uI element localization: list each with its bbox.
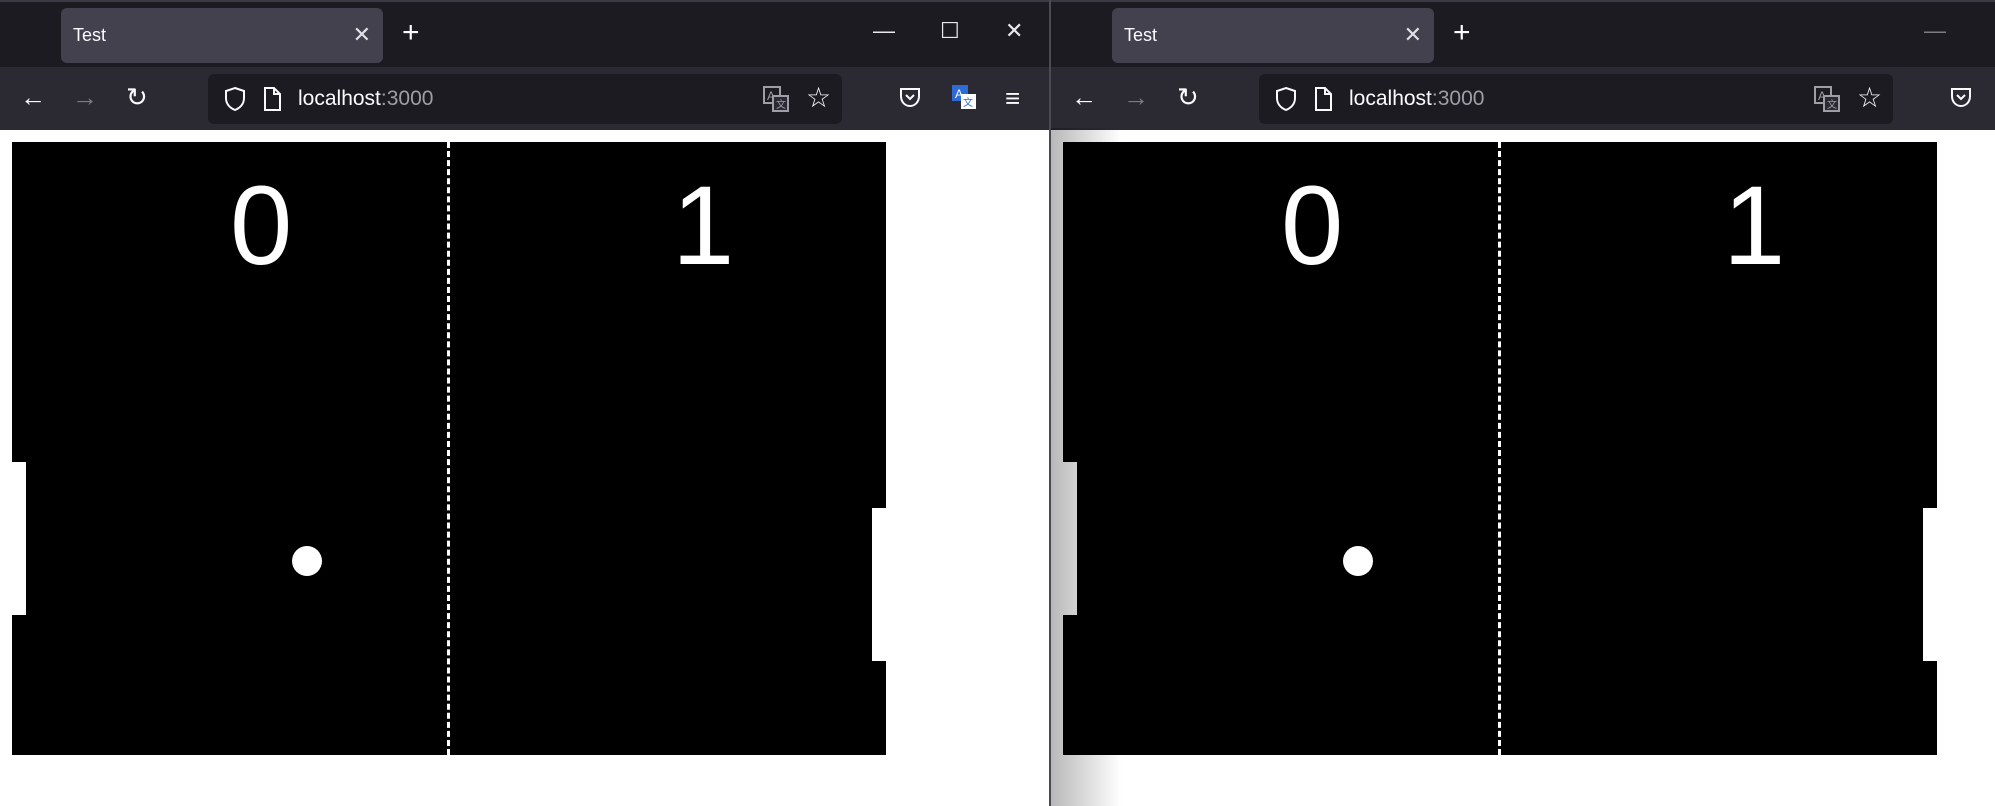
back-arrow-icon[interactable]: ← [1071, 82, 1097, 112]
minimize-icon[interactable]: — [873, 16, 895, 46]
minimize-icon[interactable]: — [1924, 16, 1946, 46]
url-text[interactable]: localhost:3000 [298, 87, 433, 111]
page-icon[interactable] [262, 86, 282, 117]
tab-test[interactable]: Test ✕ [61, 8, 383, 63]
new-tab-button[interactable]: + [402, 18, 420, 48]
reload-icon[interactable]: ↻ [126, 82, 148, 112]
score-right: 1 [1723, 163, 1786, 288]
shield-icon[interactable] [1275, 86, 1297, 117]
score-right: 1 [672, 163, 735, 288]
maximize-icon[interactable]: ☐ [940, 16, 960, 46]
tab-test[interactable]: Test ✕ [1112, 8, 1434, 63]
tab-bar: Test ✕ + — [1051, 0, 1995, 67]
nav-bar: ← → ↻ localhost:3000 A文 ☆ [1051, 67, 1995, 130]
page-content: 0 1 [0, 130, 1050, 806]
svg-text:文: 文 [963, 96, 973, 109]
svg-text:文: 文 [1827, 98, 1837, 111]
translate-icon[interactable]: A文 [1813, 85, 1841, 118]
star-icon[interactable]: ☆ [806, 84, 831, 112]
svg-text:文: 文 [776, 98, 786, 111]
close-tab-icon[interactable]: ✕ [353, 22, 371, 48]
center-net [447, 142, 450, 755]
pong-game-canvas[interactable]: 0 1 [12, 142, 886, 755]
back-arrow-icon[interactable]: ← [20, 82, 46, 112]
left-paddle [1063, 462, 1077, 615]
right-paddle [872, 508, 886, 661]
nav-bar: ← → ↻ localhost:3000 A文 ☆ A文 ≡ [0, 67, 1050, 130]
page-content: 0 1 [1051, 130, 1995, 806]
close-tab-icon[interactable]: ✕ [1404, 22, 1422, 48]
translate-icon[interactable]: A文 [762, 85, 790, 118]
pocket-icon[interactable] [1949, 85, 1973, 114]
center-net [1498, 142, 1501, 755]
left-paddle [12, 462, 26, 615]
forward-arrow-icon[interactable]: → [1123, 82, 1149, 112]
translate-active-icon[interactable]: A文 [950, 83, 978, 116]
pong-game-canvas[interactable]: 0 1 [1063, 142, 1937, 755]
score-left: 0 [230, 163, 293, 288]
ball [1343, 546, 1373, 576]
url-host: localhost [298, 87, 381, 110]
tab-bar: Test ✕ + — ☐ ✕ [0, 0, 1050, 67]
pocket-icon[interactable] [898, 85, 922, 114]
forward-arrow-icon[interactable]: → [72, 82, 98, 112]
star-icon[interactable]: ☆ [1857, 84, 1882, 112]
page-icon[interactable] [1313, 86, 1333, 117]
tab-title: Test [73, 25, 107, 45]
right-paddle [1923, 508, 1937, 661]
score-left: 0 [1281, 163, 1344, 288]
ball [292, 546, 322, 576]
url-port: :3000 [1431, 87, 1485, 110]
url-bar[interactable]: localhost:3000 A文 ☆ [208, 74, 842, 124]
browser-window-right: Test ✕ + — ← → ↻ localhost:3000 A文 ☆ 0 1 [1051, 0, 1995, 806]
browser-window-left: Test ✕ + — ☐ ✕ ← → ↻ localhost:3000 A文 ☆ [0, 0, 1050, 806]
url-port: :3000 [380, 87, 434, 110]
tab-title: Test [1124, 25, 1158, 45]
close-window-icon[interactable]: ✕ [1005, 16, 1023, 46]
new-tab-button[interactable]: + [1453, 18, 1471, 48]
reload-icon[interactable]: ↻ [1177, 82, 1199, 112]
url-host: localhost [1349, 87, 1432, 110]
shield-icon[interactable] [224, 86, 246, 117]
url-bar[interactable]: localhost:3000 A文 ☆ [1259, 74, 1893, 124]
menu-icon[interactable]: ≡ [1005, 83, 1020, 113]
url-text[interactable]: localhost:3000 [1349, 87, 1484, 111]
